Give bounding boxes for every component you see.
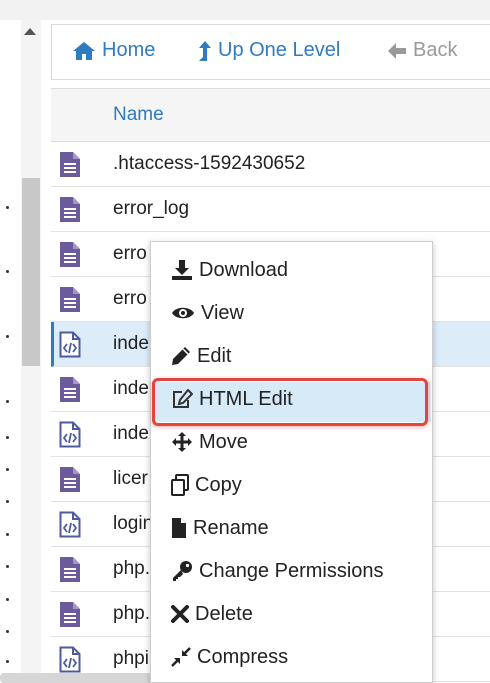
key-icon: [173, 561, 192, 581]
dot: [6, 565, 9, 568]
file-name: php.: [113, 558, 150, 579]
menu-item-compress[interactable]: Compress: [171, 642, 288, 672]
text-file-icon: [59, 196, 81, 227]
up-one-level-button[interactable]: Up One Level: [198, 39, 340, 62]
file-name: inde: [113, 423, 149, 444]
home-icon: [73, 41, 95, 60]
menu-item-label: View: [201, 301, 244, 324]
dot: [6, 468, 9, 471]
top-strip: [0, 0, 490, 20]
file-name: erro: [113, 288, 147, 309]
file-name: php.: [113, 603, 150, 624]
file-name: licer: [113, 468, 148, 489]
text-file-icon: [59, 376, 81, 407]
dot: [6, 206, 9, 209]
arrow-left-icon: [388, 42, 406, 59]
code-file-icon: [59, 511, 81, 542]
context-menu: Download View Edit HTML Edit Move Copy R…: [150, 241, 433, 683]
menu-item-label: Delete: [195, 602, 253, 625]
menu-item-delete[interactable]: Delete: [171, 599, 253, 629]
dot: [6, 533, 9, 536]
text-file-icon: [59, 151, 81, 182]
file-name: inde: [113, 378, 149, 399]
dot: [6, 270, 9, 273]
left-scrollbar-thumb[interactable]: [22, 178, 40, 366]
menu-item-label: Change Permissions: [199, 559, 384, 582]
menu-item-label: Download: [199, 258, 288, 281]
dot: [6, 630, 9, 633]
dot: [6, 660, 9, 663]
menu-item-label: Rename: [193, 516, 269, 539]
annotation-highlight-box: [152, 378, 428, 426]
table-row[interactable]: error_log: [51, 187, 490, 232]
level-up-icon: [199, 40, 211, 61]
text-file-icon: [59, 601, 81, 632]
dot: [6, 500, 9, 503]
download-icon: [172, 260, 192, 280]
file-icon: [172, 518, 186, 538]
pencil-icon: [172, 347, 190, 365]
file-name: phpi: [113, 648, 149, 669]
dot: [6, 400, 9, 403]
table-row[interactable]: .htaccess-1592430652: [51, 142, 490, 187]
table-header: Name: [51, 88, 490, 142]
menu-item-label: Copy: [195, 473, 242, 496]
file-name: error_log: [113, 198, 190, 219]
file-name: login: [113, 513, 154, 534]
text-file-icon: [59, 241, 81, 272]
dot: [6, 598, 9, 601]
back-label: Back: [413, 39, 458, 61]
menu-item-copy[interactable]: Copy: [171, 470, 242, 500]
text-file-icon: [59, 286, 81, 317]
menu-item-change-permissions[interactable]: Change Permissions: [171, 556, 384, 586]
home-label: Home: [102, 39, 156, 61]
file-name: inde: [113, 333, 149, 354]
up-one-level-label: Up One Level: [218, 39, 341, 61]
menu-item-label: Move: [199, 430, 248, 453]
code-file-icon: [59, 331, 81, 362]
name-column-header[interactable]: Name: [113, 104, 164, 126]
dot: [6, 335, 9, 338]
compress-icon: [171, 647, 191, 667]
menu-item-move[interactable]: Move: [171, 427, 248, 457]
menu-item-rename[interactable]: Rename: [171, 513, 269, 543]
scroll-up-arrow-icon[interactable]: [24, 28, 36, 35]
menu-item-label: Compress: [197, 645, 289, 668]
text-file-icon: [59, 466, 81, 497]
dot: [6, 436, 9, 439]
menu-item-view[interactable]: View: [171, 298, 244, 328]
eye-icon: [172, 307, 194, 319]
text-file-icon: [59, 556, 81, 587]
home-button[interactable]: Home: [72, 39, 155, 62]
menu-item-edit[interactable]: Edit: [171, 341, 231, 371]
menu-item-download[interactable]: Download: [171, 255, 288, 285]
copy-icon: [171, 474, 189, 496]
file-name: .htaccess-1592430652: [113, 153, 306, 174]
file-manager-toolbar: Home Up One Level Back: [51, 24, 490, 80]
menu-item-label: Edit: [197, 344, 232, 367]
back-button[interactable]: Back: [387, 39, 457, 62]
x-icon: [171, 605, 189, 623]
code-file-icon: [59, 421, 81, 452]
move-arrows-icon: [172, 432, 192, 452]
file-name: erro: [113, 243, 147, 264]
